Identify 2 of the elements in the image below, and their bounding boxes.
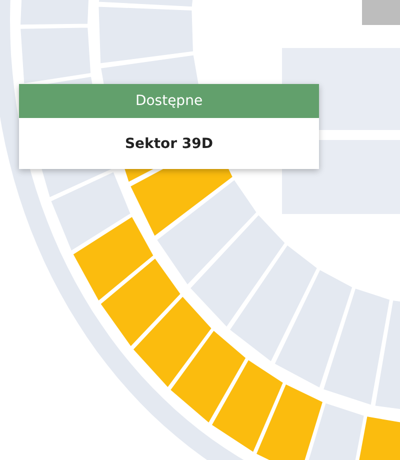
status-label: Dostępne	[19, 84, 319, 118]
sector-label: Sektor 39D	[124, 134, 214, 154]
